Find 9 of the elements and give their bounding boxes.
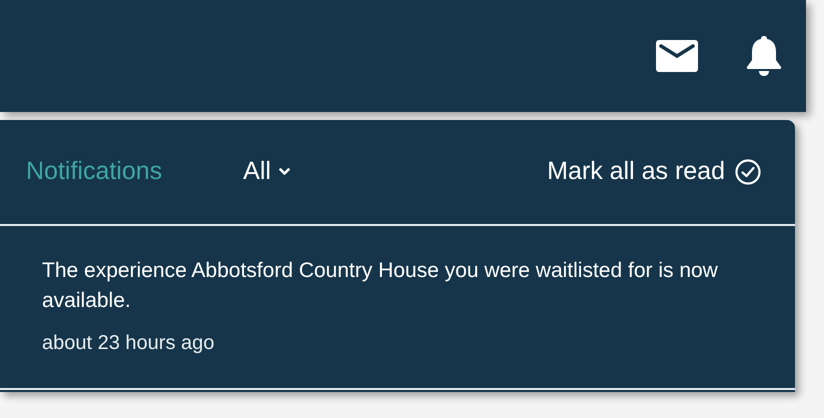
bell-icon[interactable] (746, 35, 782, 77)
chevron-down-icon (278, 168, 290, 176)
filter-dropdown[interactable]: All (243, 153, 290, 191)
notification-message: The experience Abbotsford Country House you were waitlisted for is now available. (42, 258, 719, 314)
check-circle-icon (735, 159, 761, 185)
notification-time: about 23 hours ago (42, 331, 216, 356)
panel-title: Notifications (26, 156, 162, 188)
mail-icon[interactable] (656, 40, 698, 72)
mark-all-read-button[interactable]: Mark all as read (547, 153, 761, 191)
